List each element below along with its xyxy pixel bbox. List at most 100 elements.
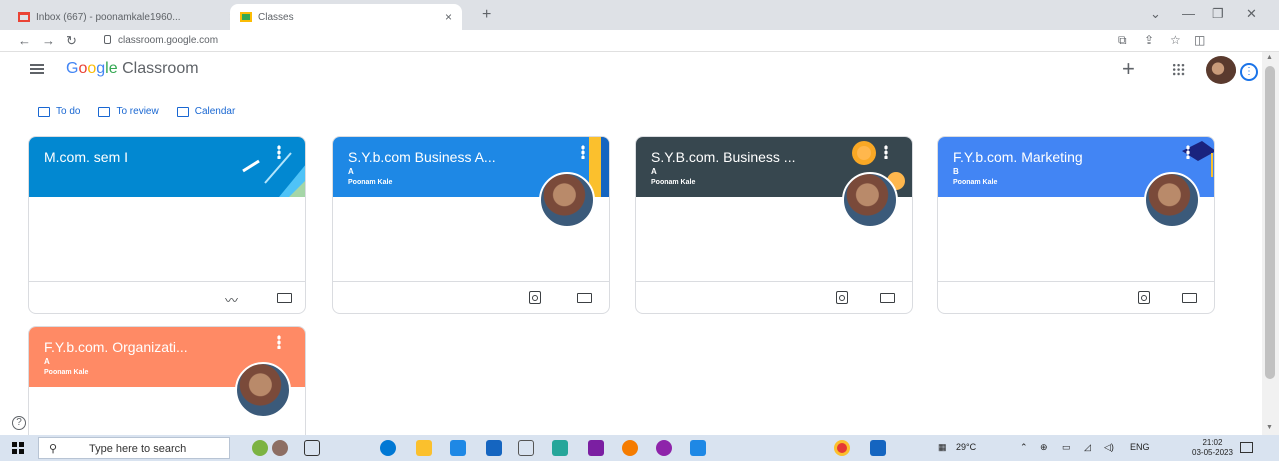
trending-icon[interactable]: 〰: [225, 290, 238, 309]
apps-grid-icon[interactable]: [1172, 63, 1185, 76]
forward-icon[interactable]: →: [42, 33, 55, 48]
minimize-button[interactable]: —: [1182, 6, 1195, 21]
todo-label: To do: [56, 106, 81, 117]
logo-letter: G: [66, 60, 79, 77]
more-options-icon[interactable]: [581, 145, 585, 159]
app-icon[interactable]: [656, 440, 672, 456]
review-icon: [98, 106, 111, 117]
reload-icon[interactable]: ↻: [66, 33, 77, 49]
share-icon[interactable]: ⇪: [1144, 33, 1154, 47]
address-bar: ← → ↻ classroom.google.com ⧉ ⇪ ☆ ◫ ⋮: [0, 30, 1279, 81]
back-icon[interactable]: ←: [18, 33, 31, 48]
teacher-avatar: [842, 172, 898, 228]
tab-title: Inbox (667) - poonamkale1960...: [36, 11, 181, 23]
app-icon[interactable]: [518, 440, 534, 456]
wifi-icon[interactable]: ◿: [1084, 442, 1091, 453]
class-title[interactable]: F.Y.b.com. Organizati...: [44, 339, 188, 355]
main-menu-icon[interactable]: [30, 64, 44, 74]
folder-icon[interactable]: [880, 293, 895, 303]
windows-start-icon[interactable]: [12, 442, 24, 454]
edge-icon[interactable]: [380, 440, 396, 456]
word-icon[interactable]: [870, 440, 886, 456]
scroll-up-icon[interactable]: ▲: [1266, 54, 1273, 61]
url-field[interactable]: classroom.google.com: [118, 35, 218, 46]
help-icon[interactable]: ?: [12, 416, 26, 430]
class-section: A: [44, 357, 50, 366]
your-work-icon[interactable]: [836, 291, 848, 304]
class-title[interactable]: F.Y.b.com. Marketing: [953, 149, 1083, 165]
folder-icon[interactable]: [1182, 293, 1197, 303]
chrome-icon[interactable]: [834, 440, 850, 456]
more-options-icon[interactable]: [277, 145, 281, 159]
todo-link[interactable]: To do: [38, 106, 80, 117]
more-options-icon[interactable]: [884, 145, 888, 159]
clock-date: 03-05-2023: [1192, 448, 1233, 457]
card-footer: [333, 281, 609, 313]
tab-gmail[interactable]: Inbox (667) - poonamkale1960... ×: [8, 4, 246, 30]
tab-classroom[interactable]: Classes ×: [230, 4, 462, 30]
people-icon[interactable]: [272, 440, 288, 456]
taskbar-search-input[interactable]: ⚲ Type here to search: [38, 437, 230, 459]
more-options-icon[interactable]: [277, 335, 281, 349]
class-title[interactable]: M.com. sem I: [44, 149, 128, 165]
tab-title: Classes: [258, 11, 294, 23]
network-icon[interactable]: ⊕: [1040, 442, 1048, 453]
google-lens-icon[interactable]: ⧉: [1118, 33, 1127, 48]
teacher-avatar: [235, 362, 291, 418]
create-join-class-icon[interactable]: +: [1122, 56, 1135, 82]
task-view-icon[interactable]: [304, 440, 320, 456]
language-indicator[interactable]: ENG: [1130, 442, 1150, 452]
notifications-icon[interactable]: [1240, 442, 1253, 453]
taskbar-clock[interactable]: 21:02 03-05-2023: [1192, 438, 1233, 458]
logo-letter: o: [87, 60, 97, 77]
battery-icon[interactable]: ▭: [1062, 442, 1071, 453]
folder-icon[interactable]: [277, 293, 292, 303]
volume-icon[interactable]: ◁): [1104, 442, 1114, 453]
restore-button[interactable]: ❐: [1212, 6, 1224, 22]
folder-icon[interactable]: [577, 293, 592, 303]
tab-search-icon[interactable]: ⌄: [1150, 6, 1161, 22]
lock-icon: [104, 35, 111, 44]
your-work-icon[interactable]: [529, 291, 541, 304]
your-work-icon[interactable]: [1138, 291, 1150, 304]
class-title[interactable]: S.Y.B.com. Business ...: [651, 149, 795, 165]
teacher-avatar: [1144, 172, 1200, 228]
app-icon[interactable]: [622, 440, 638, 456]
class-card[interactable]: S.Y.B.com. Business ... A Poonam Kale: [635, 136, 913, 314]
class-card[interactable]: M.com. sem I 〰: [28, 136, 306, 314]
logo-product-name: Classroom: [122, 60, 199, 77]
side-panel-icon[interactable]: ◫: [1194, 33, 1205, 47]
class-title[interactable]: S.Y.b.com Business A...: [348, 149, 496, 165]
weather-temp[interactable]: 29°C: [956, 442, 976, 452]
to-review-label: To review: [116, 106, 159, 117]
class-teacher: Poonam Kale: [44, 369, 89, 376]
gmail-icon: [18, 12, 30, 22]
page-scrollbar[interactable]: ▲ ▼: [1262, 52, 1279, 435]
pencil-decoration-icon: [242, 152, 305, 197]
account-avatar[interactable]: [1206, 56, 1236, 84]
vscode-icon[interactable]: [690, 440, 706, 456]
visual-studio-icon[interactable]: [588, 440, 604, 456]
calendar-link[interactable]: Calendar: [176, 106, 235, 117]
classroom-logo[interactable]: Google Classroom: [66, 60, 199, 78]
cortana-icon[interactable]: [252, 440, 268, 456]
class-card[interactable]: S.Y.b.com Business A... A Poonam Kale: [332, 136, 610, 314]
card-footer: [938, 281, 1214, 313]
to-review-link[interactable]: To review: [98, 106, 159, 117]
classroom-icon: [240, 12, 252, 22]
app-icon[interactable]: [552, 440, 568, 456]
bookmark-star-icon[interactable]: ☆: [1170, 33, 1181, 47]
close-tab-icon[interactable]: ×: [445, 10, 452, 24]
new-tab-button[interactable]: +: [482, 6, 491, 24]
file-explorer-icon[interactable]: [416, 440, 432, 456]
close-window-button[interactable]: ✕: [1246, 6, 1257, 22]
scroll-thumb[interactable]: [1265, 66, 1275, 379]
mail-icon[interactable]: [486, 440, 502, 456]
store-icon[interactable]: [450, 440, 466, 456]
class-card[interactable]: F.Y.b.com. Marketing B Poonam Kale: [937, 136, 1215, 314]
show-hidden-icons[interactable]: ⌃: [1020, 442, 1028, 453]
weather-icon[interactable]: ▦: [938, 442, 947, 453]
scroll-down-icon[interactable]: ▼: [1266, 424, 1273, 431]
more-options-icon[interactable]: [1186, 145, 1190, 159]
classroom-header: Google Classroom +: [0, 52, 1262, 92]
